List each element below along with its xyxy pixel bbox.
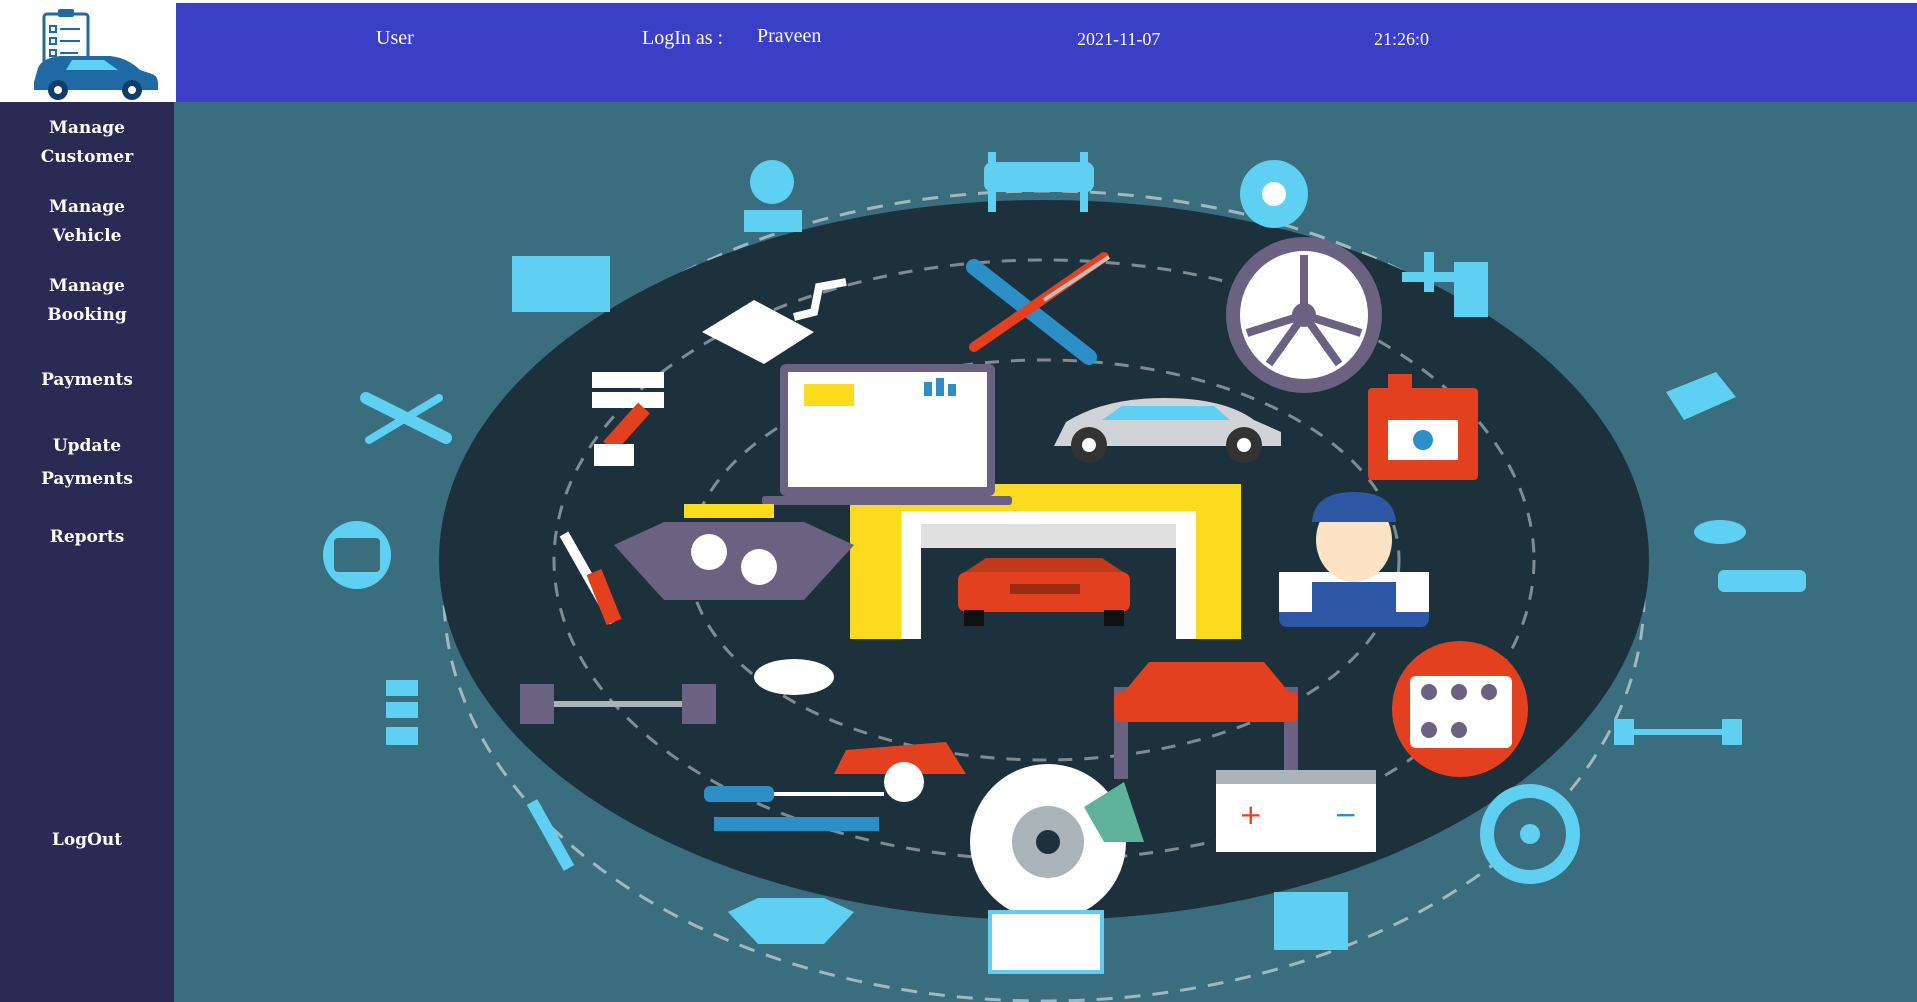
nav-logout[interactable]: LogOut [0, 826, 174, 855]
spark-plug-icon [526, 799, 575, 871]
svg-text:−: − [1334, 798, 1357, 831]
car-checklist-logo-icon [34, 9, 158, 100]
nav-manage-vehicle[interactable]: Manage Vehicle [0, 193, 174, 251]
engine-icon [728, 898, 854, 944]
mechanic-icon [744, 160, 802, 232]
nav-label: LogOut [51, 830, 123, 850]
nav-label: Manage [49, 197, 125, 217]
login-label: LogIn as : [642, 27, 724, 49]
brake-disc-icon [1240, 160, 1308, 228]
current-time: 21:26:0 [1374, 29, 1430, 49]
current-date: 2021-11-07 [1077, 29, 1161, 49]
oil-can-icon [1368, 374, 1478, 480]
tire-icon [1226, 237, 1382, 393]
logged-in-username: Praveen [757, 25, 822, 47]
main-content: + − [174, 102, 1917, 1002]
nav-label: Manage [49, 276, 125, 296]
nav-payments[interactable]: Payments [0, 366, 174, 395]
nav-update-payments[interactable]: Update Payments [0, 430, 174, 496]
piston-icon [386, 680, 418, 745]
gearshift-icon [1392, 641, 1528, 777]
diagnostic-laptop-icon [762, 364, 1012, 505]
exhaust-icon [1666, 372, 1736, 420]
wrench-screwdriver-icon [360, 392, 452, 444]
app-logo [0, 0, 176, 102]
nav-label: Reports [49, 527, 125, 547]
diagnostic-laptop-icon [988, 910, 1104, 974]
gearshift-icon [323, 521, 391, 589]
nav-label: Payments [41, 370, 133, 390]
svg-text:+: + [1239, 798, 1262, 831]
car-service-illustration: + − [323, 152, 1806, 1002]
user-label: User [376, 27, 414, 49]
wheel-icon [1480, 784, 1580, 884]
car-repair-icon [1694, 520, 1806, 592]
battery-icon: + − [1216, 770, 1376, 852]
nav-label: Booking [47, 305, 127, 325]
nav-reports[interactable]: Reports [0, 523, 174, 552]
axle-icon [1614, 719, 1742, 745]
top-header-bar: User LogIn as : Praveen 2021-11-07 21:26… [176, 0, 1917, 102]
sidebar-nav: Manage Customer Manage Vehicle Manage Bo… [0, 102, 174, 1002]
garage-icon [850, 484, 1241, 639]
nav-label: Manage [49, 118, 125, 138]
nav-label: Payments [41, 469, 133, 489]
nav-label: Update [52, 436, 122, 456]
nav-manage-booking[interactable]: Manage Booking [0, 272, 174, 330]
nav-label: Customer [40, 147, 134, 167]
nav-label: Vehicle [52, 226, 122, 246]
oil-can-icon [1274, 892, 1348, 950]
nav-manage-customer[interactable]: Manage Customer [0, 114, 174, 172]
battery-icon [512, 256, 610, 312]
